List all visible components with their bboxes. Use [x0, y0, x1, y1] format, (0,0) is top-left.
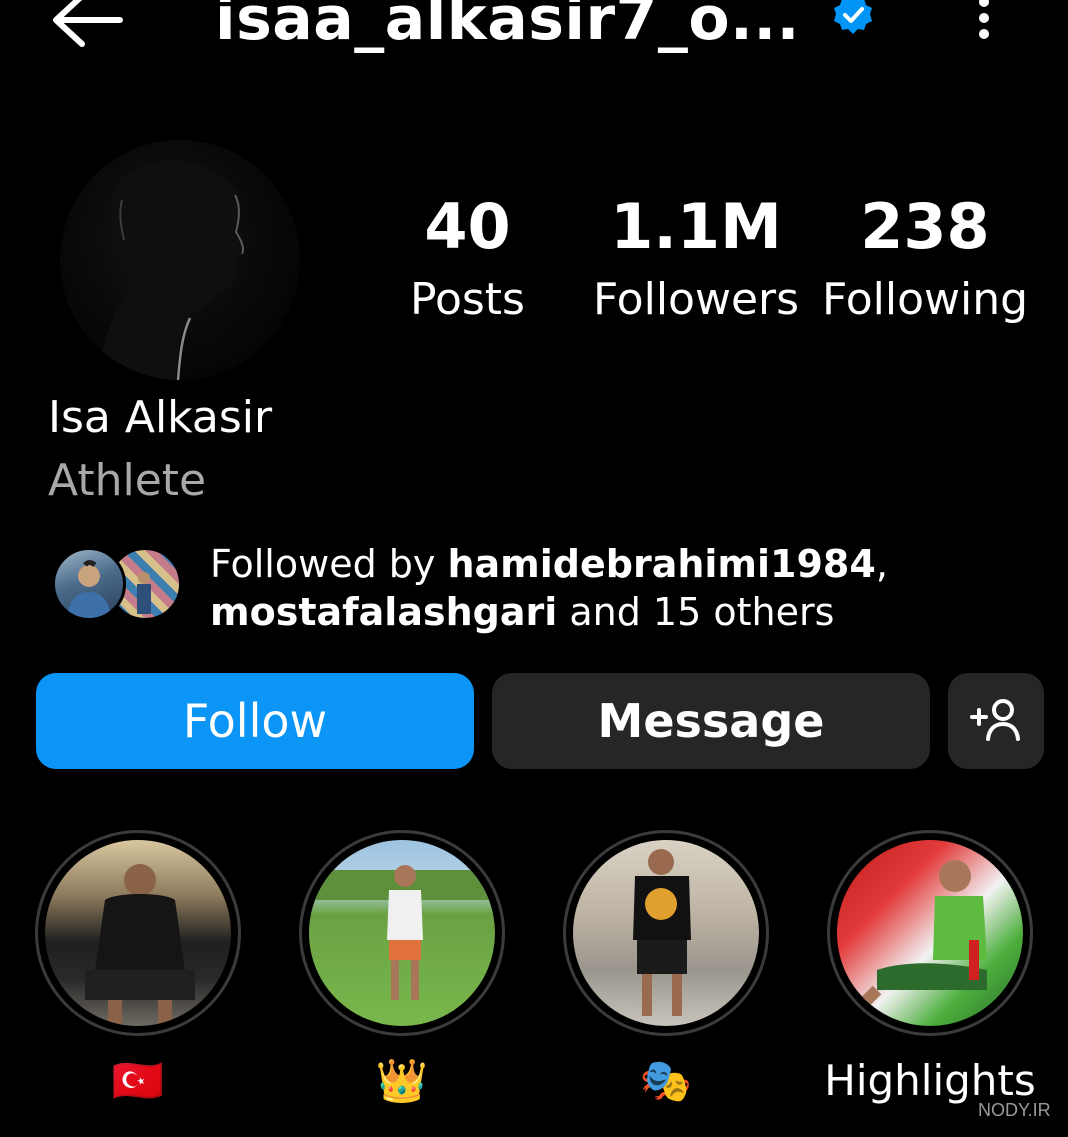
story-highlight[interactable]: 👑 [299, 830, 505, 1105]
highlight-label: 🎭 [639, 1056, 693, 1105]
profile-name: Isa Alkasir [48, 392, 273, 443]
followed-by-user-1[interactable]: hamidebrahimi1984 [447, 542, 875, 586]
stat-following-value: 238 [860, 190, 990, 263]
stat-posts-value: 40 [424, 190, 511, 263]
highlight-label: Highlights [824, 1056, 1036, 1105]
message-button[interactable]: Message [492, 673, 930, 769]
verified-badge-icon [832, 0, 874, 36]
highlight-label: 👑 [375, 1056, 429, 1105]
arrow-left-icon [53, 0, 123, 47]
highlight-cover-image [309, 840, 495, 1026]
highlight-ring [35, 830, 241, 1036]
highlight-ring [299, 830, 505, 1036]
stat-following[interactable]: 238 Following [815, 190, 1035, 336]
watermark: NODY.IR [978, 1100, 1051, 1120]
story-highlight[interactable]: Highlights [824, 830, 1036, 1105]
stat-following-label: Following [821, 274, 1029, 325]
add-user-icon [970, 699, 1020, 741]
profile-category: Athlete [48, 455, 207, 506]
more-vertical-icon [979, 0, 989, 39]
story-highlight[interactable]: 🇹🇷 [35, 830, 241, 1105]
followed-by-separator: , [875, 542, 888, 586]
more-options-button[interactable] [966, 0, 1002, 44]
highlight-label: 🇹🇷 [111, 1056, 165, 1105]
stat-posts[interactable]: 40 Posts [395, 190, 540, 336]
person-photo [67, 560, 111, 618]
stat-followers[interactable]: 1.1M Followers [588, 190, 804, 336]
silhouette-portrait [100, 160, 245, 380]
stat-followers-label: Followers [592, 274, 800, 325]
highlight-cover-image [45, 840, 231, 1026]
suggested-users-button[interactable] [948, 673, 1044, 769]
followed-by-prefix: Followed by [210, 542, 448, 586]
profile-username: isaa_alkasir7_o... [215, 0, 800, 54]
highlight-cover-image [837, 840, 1023, 1026]
stat-followers-value: 1.1M [610, 190, 782, 263]
follow-button[interactable]: Follow [36, 673, 474, 769]
profile-avatar[interactable] [60, 140, 300, 380]
followed-by-user-2[interactable]: mostafalashgari [210, 590, 557, 634]
story-highlight[interactable]: 🎭 [563, 830, 769, 1105]
back-button[interactable] [40, 0, 130, 58]
highlight-ring [827, 830, 1033, 1036]
highlight-cover-image [573, 840, 759, 1026]
followed-by-suffix: and 15 others [557, 590, 835, 634]
highlight-ring [563, 830, 769, 1036]
followed-by-text[interactable]: Followed by hamidebrahimi1984, mostafala… [210, 540, 1030, 636]
stat-posts-label: Posts [410, 274, 525, 325]
mutual-follower-avatar[interactable] [52, 547, 126, 621]
